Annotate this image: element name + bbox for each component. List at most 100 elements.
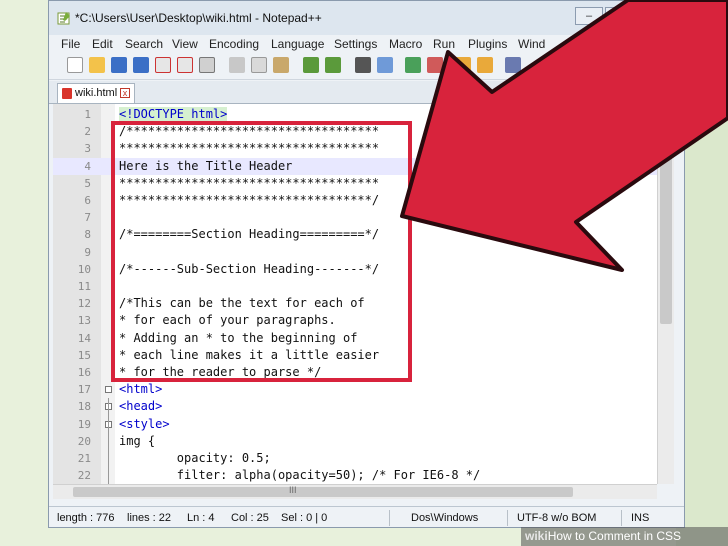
code-line[interactable]: 22 filter: alpha(opacity=50); /* For IE6… bbox=[53, 467, 657, 484]
line-text: img { bbox=[119, 433, 156, 448]
fold-guide bbox=[108, 398, 109, 484]
menu-plugins[interactable]: Plugins bbox=[468, 37, 507, 51]
menu-window[interactable]: Wind bbox=[518, 37, 545, 51]
maximize-button[interactable]: □ bbox=[605, 7, 633, 25]
record-icon[interactable] bbox=[651, 57, 667, 73]
redo-icon[interactable] bbox=[325, 57, 341, 73]
comment-highlight-box bbox=[111, 121, 412, 382]
save-icon[interactable] bbox=[111, 57, 127, 73]
line-number: 7 bbox=[84, 211, 91, 225]
tab-strip: wiki.html x bbox=[49, 81, 684, 104]
macro-stop-icon[interactable] bbox=[601, 57, 617, 73]
status-encoding: UTF-8 w/o BOM bbox=[517, 512, 597, 524]
line-number: 21 bbox=[77, 452, 91, 465]
line-number: 19 bbox=[77, 417, 91, 431]
line-text: <html> bbox=[119, 382, 163, 397]
close-file-icon[interactable] bbox=[155, 57, 171, 73]
status-mode: INS bbox=[631, 512, 650, 524]
line-number: 5 bbox=[84, 176, 91, 190]
line-number: 18 bbox=[77, 400, 91, 414]
tab-wiki-html[interactable]: wiki.html x bbox=[57, 83, 135, 103]
save-all-icon[interactable] bbox=[133, 57, 149, 73]
cut-icon[interactable] bbox=[229, 57, 245, 73]
line-number: 3 bbox=[84, 142, 91, 156]
line-number: 6 bbox=[84, 194, 91, 207]
line-number: 12 bbox=[77, 297, 91, 311]
status-separator bbox=[507, 510, 508, 526]
code-line[interactable]: 19 <style> bbox=[53, 416, 657, 433]
horizontal-scroll-thumb[interactable] bbox=[73, 487, 573, 497]
line-number: 17 bbox=[77, 383, 91, 397]
status-eol: Dos\Windows bbox=[411, 512, 479, 524]
open-folder-icon[interactable] bbox=[89, 57, 105, 73]
line-number: 9 bbox=[84, 245, 91, 259]
horizontal-scrollbar[interactable]: III bbox=[53, 484, 657, 499]
paste-icon[interactable] bbox=[273, 57, 289, 73]
menu-bar: File Edit Search View Encoding Language … bbox=[49, 35, 684, 53]
menu-macro[interactable]: Macro bbox=[389, 37, 422, 51]
toolbar bbox=[49, 53, 684, 80]
line-text: filter: alpha(opacity=50); /* For IE6-8 … bbox=[119, 468, 481, 483]
line-number: 22 bbox=[77, 469, 91, 483]
sync-horizontal-icon[interactable] bbox=[477, 57, 493, 73]
code-line[interactable]: 21 opacity: 0.5; bbox=[53, 450, 657, 467]
copy-icon[interactable] bbox=[251, 57, 267, 73]
scroll-grip: III bbox=[289, 485, 297, 495]
menu-encoding[interactable]: Encoding bbox=[209, 37, 259, 51]
menu-run[interactable]: Run bbox=[433, 37, 455, 51]
code-line[interactable]: 20 img { bbox=[53, 433, 657, 450]
notepadpp-icon bbox=[57, 12, 70, 25]
status-ln: Ln : 4 bbox=[187, 512, 215, 524]
line-number: 14 bbox=[77, 331, 91, 345]
line-text: <head> bbox=[119, 399, 163, 414]
code-line[interactable]: 17 <html> bbox=[53, 381, 657, 398]
find-icon[interactable] bbox=[355, 57, 371, 73]
zoom-in-icon[interactable] bbox=[405, 57, 421, 73]
zoom-out-icon[interactable] bbox=[427, 57, 443, 73]
status-sel: Sel : 0 | 0 bbox=[281, 512, 328, 524]
vertical-scroll-thumb[interactable] bbox=[660, 144, 672, 324]
modified-file-icon bbox=[62, 88, 72, 99]
line-number: 4 bbox=[84, 159, 91, 173]
line-text: <style> bbox=[119, 416, 170, 431]
print-icon[interactable] bbox=[199, 57, 215, 73]
macro-record-icon[interactable] bbox=[579, 57, 595, 73]
status-separator bbox=[389, 510, 390, 526]
close-all-icon[interactable] bbox=[177, 57, 193, 73]
line-number: 16 bbox=[77, 366, 91, 379]
line-number: 15 bbox=[77, 348, 91, 362]
line-number: 13 bbox=[77, 314, 91, 328]
title-bar: *C:\Users\User\Desktop\wiki.html - Notep… bbox=[49, 1, 684, 35]
fold-toggle-icon[interactable] bbox=[105, 386, 112, 394]
menu-search[interactable]: Search bbox=[125, 37, 163, 51]
menu-close-doc[interactable]: X bbox=[661, 37, 669, 51]
code-line[interactable]: 18 <head> bbox=[53, 398, 657, 415]
window-title: *C:\Users\User\Desktop\wiki.html - Notep… bbox=[75, 11, 322, 25]
line-text: opacity: 0.5; bbox=[119, 451, 271, 465]
macro-play-icon[interactable] bbox=[623, 57, 639, 73]
line-number: 11 bbox=[77, 280, 91, 293]
watermark-title: How to Comment in CSS bbox=[547, 529, 682, 543]
minimize-button[interactable]: – bbox=[575, 7, 603, 25]
menu-file[interactable]: File bbox=[61, 37, 80, 51]
word-wrap-icon[interactable] bbox=[505, 57, 521, 73]
tab-close-icon[interactable]: x bbox=[120, 88, 130, 98]
menu-view[interactable]: View bbox=[172, 37, 198, 51]
replace-icon[interactable] bbox=[377, 57, 393, 73]
status-lines: lines : 22 bbox=[127, 512, 172, 524]
vertical-scrollbar[interactable] bbox=[657, 104, 674, 484]
sync-vertical-icon[interactable] bbox=[455, 57, 471, 73]
menu-edit[interactable]: Edit bbox=[92, 37, 113, 51]
menu-settings[interactable]: Settings bbox=[334, 37, 377, 51]
undo-icon[interactable] bbox=[303, 57, 319, 73]
line-number: 8 bbox=[84, 228, 91, 242]
new-file-icon[interactable] bbox=[67, 57, 83, 73]
status-separator bbox=[621, 510, 622, 526]
menu-language[interactable]: Language bbox=[271, 37, 324, 51]
close-button[interactable]: ✕ bbox=[635, 7, 679, 25]
status-bar: length : 776 lines : 22 Ln : 4 Col : 25 … bbox=[49, 506, 684, 527]
status-col: Col : 25 bbox=[231, 512, 269, 524]
line-number: 1 bbox=[84, 108, 91, 121]
watermark-brand: wiki bbox=[525, 529, 548, 543]
tab-label: wiki.html bbox=[75, 87, 118, 99]
